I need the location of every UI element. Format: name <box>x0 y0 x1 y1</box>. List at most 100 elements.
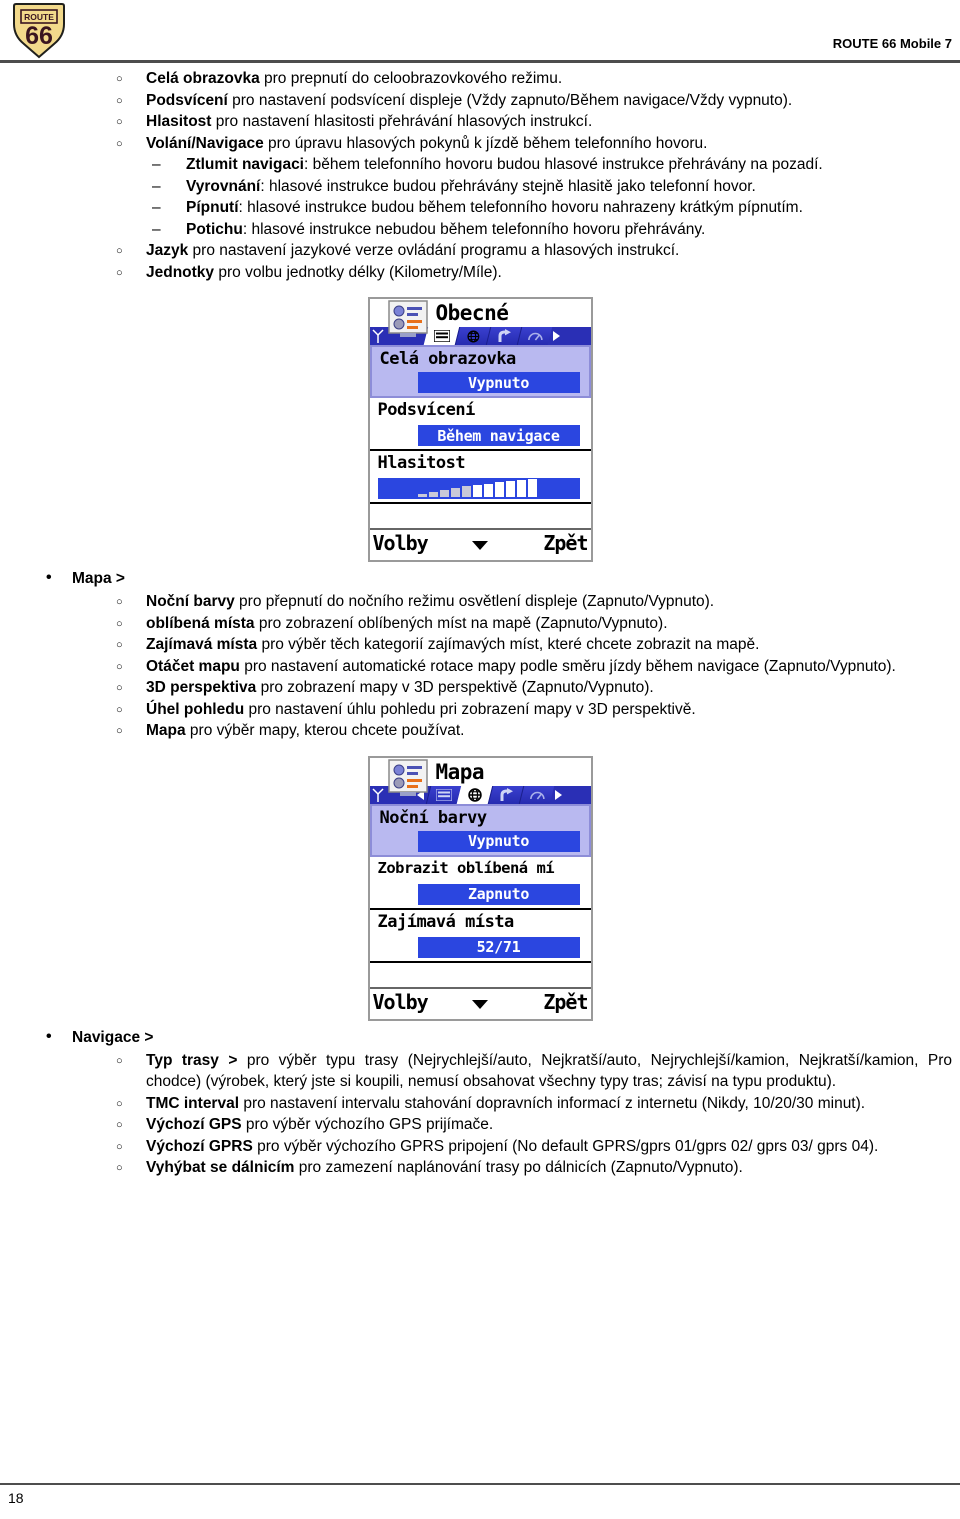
term-label: Vyhýbat se dálnicím <box>146 1159 295 1176</box>
device-softkeys: Volby Zpět <box>369 528 591 560</box>
volume-bar <box>429 492 438 497</box>
page-number: 18 <box>8 1490 24 1506</box>
term-label: Výchozí GPRS <box>146 1137 253 1155</box>
list-item: 3D perspektiva pro zobrazení mapy v 3D p… <box>0 677 960 699</box>
list-item: Jazyk pro nastavení jazykové verze ovlád… <box>0 240 960 262</box>
term-label: Jazyk <box>146 242 189 259</box>
list-glyph <box>435 788 452 801</box>
term-label: oblíbená místa <box>146 614 255 632</box>
route-66-logo: ROUTE 66 <box>8 2 72 60</box>
list-item: Mapa pro výběr mapy, kterou chcete použí… <box>0 720 960 742</box>
device-row[interactable]: Zobrazit oblíbená mí Zapnuto <box>369 857 591 910</box>
device-screenshot-general: Obecné Celá obrazovka Vypnuto Podsvícení… <box>367 297 593 562</box>
list-item: oblíbená místa pro zobrazení oblíbených … <box>0 613 960 634</box>
term-description: pro nastavení hlasitosti přehrávání hlas… <box>211 113 593 130</box>
term-description: pro výběr mapy, kterou chcete používat. <box>185 722 465 739</box>
general-settings-list: Celá obrazovka pro prepnutí do celoobraz… <box>0 68 960 283</box>
list-tab-icon[interactable] <box>425 785 461 804</box>
volume-bar <box>451 488 460 497</box>
term-description: pro úpravu hlasových pokynů k jízdě běhe… <box>263 134 708 152</box>
list-item: Otáčet mapu pro nastavení automatické ro… <box>0 656 960 677</box>
term-label: Podsvícení <box>146 91 228 109</box>
term-label: Zajímavá místa <box>146 636 258 653</box>
term-label: Typ trasy > <box>146 1051 238 1069</box>
chevron-down-icon[interactable] <box>472 999 488 1009</box>
term-description: pro výběr těch kategorií zajímavých míst… <box>257 636 760 653</box>
list-item: Hlasitost pro nastavení hlasitosti přehr… <box>0 111 960 133</box>
svg-text:ROUTE: ROUTE <box>24 12 54 22</box>
term-description: pro nastavení úhlu pohledu pri zobrazení… <box>244 700 696 718</box>
section-heading-label: Navigace > <box>72 1028 154 1046</box>
device-row-selected[interactable]: Noční barvy Vypnuto <box>369 803 591 857</box>
sub-list-item: Potichu: hlasové instrukce nebudou během… <box>0 219 960 241</box>
turn-arrow-tab-icon[interactable] <box>487 785 523 804</box>
term-description: pro prepnutí do celoobrazovkového režimu… <box>259 70 563 87</box>
device-tabs <box>423 327 564 345</box>
softkey-back[interactable]: Zpět <box>543 531 588 555</box>
device-row-label: Podsvícení <box>377 400 476 420</box>
softkey-back[interactable]: Zpět <box>543 990 588 1014</box>
device-row-label: Noční barvy <box>379 807 488 828</box>
list-item: Typ trasy > pro výběr typu trasy (Nejryc… <box>0 1050 960 1093</box>
device-row[interactable]: Hlasitost <box>369 451 591 504</box>
route-66-shield-icon: ROUTE 66 <box>13 3 65 59</box>
footer-divider <box>0 1483 960 1485</box>
globe-tab-icon[interactable] <box>456 785 492 804</box>
softkey-options[interactable]: Volby <box>373 990 429 1014</box>
device-row-value[interactable]: Vypnuto <box>417 830 580 852</box>
term-description: pro výběr typu trasy (Nejrychlejší/auto,… <box>146 1051 952 1091</box>
globe-glyph <box>466 330 479 342</box>
device-row-value[interactable]: Zapnuto <box>417 883 580 905</box>
volume-meter[interactable] <box>377 478 580 499</box>
term-description: pro volbu jednotky délky (Kilometry/Míle… <box>214 263 502 281</box>
chevron-down-icon[interactable] <box>472 541 488 550</box>
signal-antenna-icon <box>371 787 384 802</box>
section-heading-label: Mapa > <box>72 570 125 587</box>
term-label: Celá obrazovka <box>146 70 260 87</box>
sub-list-item: Pípnutí: hlasové instrukce budou během t… <box>0 197 960 219</box>
device-row-value[interactable]: 52/71 <box>417 936 580 958</box>
turn-arrow-tab-icon[interactable] <box>485 327 521 345</box>
navigation-settings-list: Navigace > Typ trasy > pro výběr typu tr… <box>0 1026 960 1179</box>
volume-bar <box>528 479 537 497</box>
volume-bar <box>440 490 449 497</box>
term-label: Ztlumit navigaci <box>186 156 304 173</box>
device-settings-list: Celá obrazovka Vypnuto Podsvícení Během … <box>369 345 591 514</box>
settings-list-icon <box>387 300 428 337</box>
term-description: : během telefonního hovoru budou hlasové… <box>304 156 823 173</box>
list-item: Zajímavá místa pro výběr těch kategorií … <box>0 634 960 656</box>
device-row-value[interactable]: Vypnuto <box>417 372 580 393</box>
turn-arrow-glyph <box>498 329 511 342</box>
device-row-label: Zajímavá místa <box>377 911 515 932</box>
globe-tab-icon[interactable] <box>454 327 490 345</box>
list-item: Celá obrazovka pro prepnutí do celoobraz… <box>0 68 960 90</box>
list-item: Výchozí GPS pro výběr výchozího GPS prij… <box>0 1114 960 1136</box>
chevron-right-icon[interactable] <box>549 327 564 345</box>
device-screenshot-map-wrapper: Mapa Noční barvy Vypnuto Zobrazit oblíbe… <box>0 742 960 1027</box>
signal-antenna-icon <box>371 329 384 343</box>
globe-glyph <box>467 787 482 802</box>
gauge-glyph <box>529 790 544 799</box>
settings-list-icon <box>387 758 428 796</box>
device-row[interactable]: Zajímavá místa 52/71 <box>369 910 591 963</box>
gauge-tab-icon[interactable] <box>518 785 554 804</box>
section-heading-navigation: Navigace > <box>0 1026 960 1048</box>
sub-list-item: Ztlumit navigaci: během telefonního hovo… <box>0 154 960 176</box>
volume-bar <box>495 482 504 497</box>
gauge-glyph <box>527 332 542 340</box>
device-row-selected[interactable]: Celá obrazovka Vypnuto <box>369 345 591 398</box>
term-label: TMC interval <box>146 1094 240 1112</box>
document-body: Celá obrazovka pro prepnutí do celoobraz… <box>0 68 960 1179</box>
volume-bar <box>517 480 526 497</box>
term-label: Vyrovnání <box>186 177 261 195</box>
term-label: Volání/Navigace <box>146 134 264 152</box>
device-row[interactable]: Podsvícení Během navigace <box>369 398 591 451</box>
term-description: pro zamezení naplánování trasy po dálnic… <box>294 1159 743 1176</box>
softkey-options[interactable]: Volby <box>373 531 429 555</box>
term-description: : hlasové instrukce budou během telefonn… <box>238 199 803 216</box>
list-item: Výchozí GPRS pro výběr výchozího GPRS pr… <box>0 1136 960 1157</box>
gauge-tab-icon[interactable] <box>516 327 552 345</box>
device-row-value[interactable]: Během navigace <box>417 425 580 446</box>
term-description: pro nastavení podsvícení displeje (Vždy … <box>227 91 793 109</box>
term-description: pro výběr výchozího GPRS pripojení (No d… <box>252 1137 879 1155</box>
